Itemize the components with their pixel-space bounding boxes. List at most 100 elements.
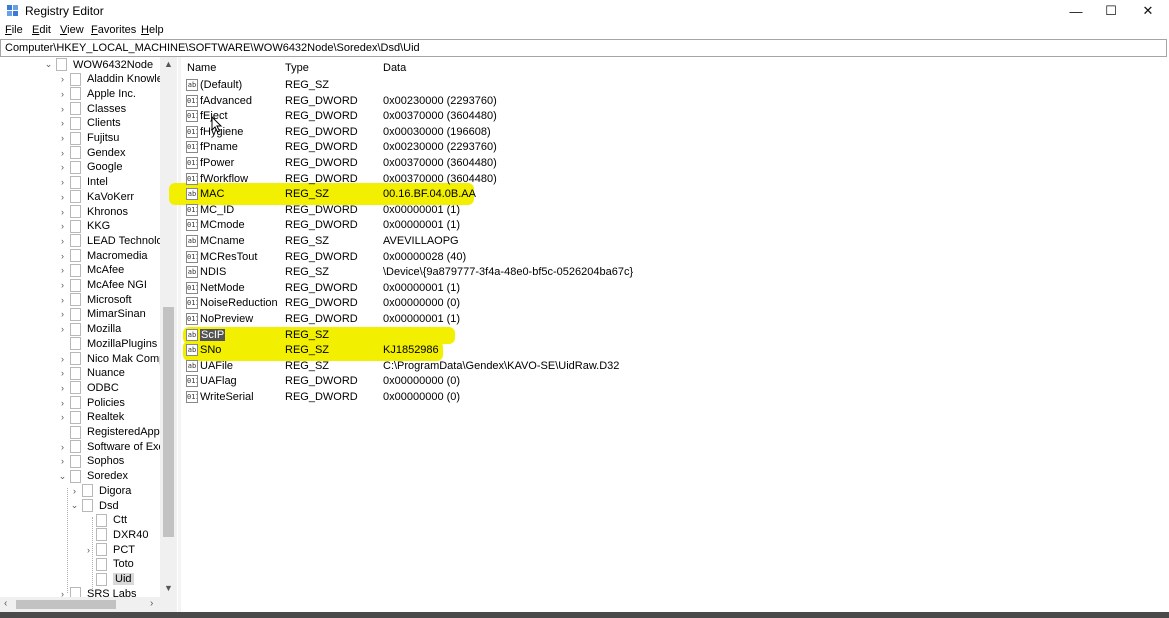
tree-item-mozillaplugins[interactable]: MozillaPlugins: [58, 336, 157, 351]
value-row-mcmode[interactable]: 011MCmode REG_DWORD 0x00000001 (1): [181, 218, 881, 233]
tree-vertical-scrollbar[interactable]: ▲ ▼: [160, 57, 177, 597]
chevron-right-icon[interactable]: ›: [58, 72, 67, 87]
value-row-fpower[interactable]: 011fPower REG_DWORD 0x00370000 (3604480): [181, 156, 881, 171]
chevron-right-icon[interactable]: ›: [58, 322, 67, 337]
tree-item-khronos[interactable]: › Khronos: [58, 204, 128, 219]
chevron-right-icon[interactable]: ›: [58, 439, 67, 454]
chevron-right-icon[interactable]: ›: [58, 248, 67, 263]
chevron-right-icon[interactable]: ›: [70, 483, 79, 498]
tree-item-software-of-excell[interactable]: › Software of Excell: [58, 439, 175, 454]
value-row-scip[interactable]: ab ScIP REG_SZ: [181, 328, 881, 343]
scroll-right-icon[interactable]: ›: [150, 598, 153, 609]
tree-item-microsoft[interactable]: › Microsoft: [58, 292, 132, 307]
tree-item-sophos[interactable]: › Sophos: [58, 454, 124, 469]
tree-item-clients[interactable]: › Clients: [58, 116, 121, 131]
value-row-mc-id[interactable]: 011MC_ID REG_DWORD 0x00000001 (1): [181, 203, 881, 218]
chevron-right-icon[interactable]: ›: [58, 395, 67, 410]
tree-item-fujitsu[interactable]: › Fujitsu: [58, 131, 119, 146]
menu-favorites[interactable]: Favorites: [91, 24, 136, 36]
chevron-right-icon[interactable]: ›: [58, 278, 67, 293]
tree-item-realtek[interactable]: › Realtek: [58, 410, 124, 425]
tree-item-soredex[interactable]: ⌄ Soredex: [58, 469, 128, 484]
value-row-nopreview[interactable]: 011NoPreview REG_DWORD 0x00000001 (1): [181, 312, 881, 327]
tree-item-policies[interactable]: › Policies: [58, 395, 125, 410]
chevron-right-icon[interactable]: ›: [58, 454, 67, 469]
value-row-feject[interactable]: 011fEjectREG_DWORD0x00370000 (3604480): [181, 109, 881, 124]
tree-horizontal-scrollbar[interactable]: ‹ ›: [0, 597, 177, 612]
menu-view[interactable]: View: [60, 24, 84, 36]
tree-item-kavokerr[interactable]: › KaVoKerr: [58, 189, 134, 204]
tree-item-mcafee-ngi[interactable]: › McAfee NGI: [58, 278, 147, 293]
value-row-uafile[interactable]: ab UAFile REG_SZ C:\ProgramData\Gendex\KAVO…: [181, 359, 881, 374]
chevron-right-icon[interactable]: ›: [58, 219, 67, 234]
tree-item-ctt[interactable]: Ctt: [84, 513, 127, 528]
chevron-right-icon[interactable]: ›: [58, 131, 67, 146]
chevron-right-icon[interactable]: ›: [58, 175, 67, 190]
chevron-right-icon[interactable]: ›: [58, 101, 67, 116]
tree-item-dsd[interactable]: ⌄ Dsd: [70, 498, 119, 513]
tree-item-intel[interactable]: › Intel: [58, 175, 108, 190]
value-row-ndis[interactable]: ab NDIS REG_SZ \Device\{9a879777-3f4a-48e0-…: [181, 265, 881, 280]
value-row-fworkflow[interactable]: 011fWorkflow REG_DWORD 0x00370000 (3604480…: [181, 172, 881, 187]
tree-item-classes[interactable]: › Classes: [58, 101, 126, 116]
tree-item-gendex[interactable]: › Gendex: [58, 145, 126, 160]
chevron-right-icon[interactable]: ›: [58, 204, 67, 219]
tree-item-registeredapplica[interactable]: RegisteredApplica: [58, 425, 176, 440]
tree-item-apple-inc-[interactable]: › Apple Inc.: [58, 86, 136, 101]
tree-item-mozilla[interactable]: › Mozilla: [58, 322, 121, 337]
value-row-writeserial[interactable]: 011WriteSerial REG_DWORD 0x00000000 (0): [181, 390, 881, 405]
tree-item-macromedia[interactable]: › Macromedia: [58, 248, 148, 263]
scroll-up-icon[interactable]: ▲: [164, 59, 173, 69]
tree-item-digora[interactable]: › Digora: [70, 483, 131, 498]
scroll-thumb-horizontal[interactable]: [16, 600, 116, 609]
chevron-right-icon[interactable]: ›: [58, 160, 67, 175]
tree-item-nico-mak-compu[interactable]: › Nico Mak Compu: [58, 351, 171, 366]
tree-item-google[interactable]: › Google: [58, 160, 122, 175]
scroll-down-icon[interactable]: ▼: [164, 583, 173, 593]
maximize-button[interactable]: ☐: [1093, 0, 1129, 22]
column-header-type[interactable]: Type: [285, 62, 309, 74]
chevron-right-icon[interactable]: ›: [58, 366, 67, 381]
chevron-down-icon[interactable]: ⌄: [70, 498, 79, 513]
chevron-right-icon[interactable]: ›: [58, 351, 67, 366]
value-row-fhygiene[interactable]: 011fHygieneREG_DWORD0x00030000 (196608): [181, 125, 881, 140]
scroll-left-icon[interactable]: ‹: [4, 598, 7, 609]
close-button[interactable]: ✕: [1130, 0, 1166, 22]
column-header-name[interactable]: Name: [187, 62, 216, 74]
tree-item-wow6432node[interactable]: ⌄ WOW6432Node: [44, 57, 153, 72]
value-row-mcname[interactable]: ab MCname REG_SZ AVEVILLAOPG: [181, 234, 881, 249]
value-row-mac[interactable]: ab MAC REG_SZ 00.16.BF.04.0B.AA: [181, 187, 881, 202]
tree-item-aladdin-knowled[interactable]: › Aladdin Knowled: [58, 72, 169, 87]
chevron-right-icon[interactable]: ›: [58, 292, 67, 307]
tree-item-nuance[interactable]: › Nuance: [58, 366, 125, 381]
value-row-default[interactable]: ab (Default) REG_SZ: [181, 78, 881, 93]
chevron-right-icon[interactable]: ›: [58, 307, 67, 322]
value-row-mcrestout[interactable]: 011MCResTout REG_DWORD 0x00000028 (40): [181, 250, 881, 265]
menu-edit[interactable]: Edit: [32, 24, 51, 36]
address-path[interactable]: Computer\HKEY_LOCAL_MACHINE\SOFTWARE\WOW…: [5, 42, 420, 54]
tree-item-lead-technologi[interactable]: › LEAD Technologi: [58, 233, 171, 248]
tree-item-mcafee[interactable]: › McAfee: [58, 263, 124, 278]
value-row-fadvanced[interactable]: 011fAdvanced REG_DWORD 0x00230000 (2293760…: [181, 94, 881, 109]
chevron-right-icon[interactable]: ›: [58, 380, 67, 395]
chevron-right-icon[interactable]: ›: [58, 263, 67, 278]
value-row-netmode[interactable]: 011NetMode REG_DWORD 0x00000001 (1): [181, 281, 881, 296]
tree-item-mimarsinan[interactable]: › MimarSinan: [58, 307, 146, 322]
chevron-right-icon[interactable]: ›: [58, 145, 67, 160]
chevron-right-icon[interactable]: ›: [58, 233, 67, 248]
value-row-fpname[interactable]: 011fPname REG_DWORD 0x00230000 (2293760): [181, 140, 881, 155]
menu-help[interactable]: Help: [141, 24, 164, 36]
chevron-down-icon[interactable]: ⌄: [58, 469, 67, 484]
chevron-right-icon[interactable]: ›: [58, 116, 67, 131]
tree-item-odbc[interactable]: › ODBC: [58, 380, 119, 395]
value-row-noisereduction[interactable]: 011NoiseReduction REG_DWORD 0x00000000 (0): [181, 296, 881, 311]
value-row-sno[interactable]: ab SNo REG_SZ KJ1852986: [181, 343, 881, 358]
value-row-uaflag[interactable]: 011UAFlag REG_DWORD 0x00000000 (0): [181, 374, 881, 389]
scroll-thumb[interactable]: [163, 307, 174, 537]
address-bar[interactable]: Computer\HKEY_LOCAL_MACHINE\SOFTWARE\WOW…: [0, 39, 1167, 57]
tree-item-dxr40[interactable]: DXR40: [84, 527, 148, 542]
chevron-right-icon[interactable]: ›: [58, 410, 67, 425]
chevron-right-icon[interactable]: ›: [58, 189, 67, 204]
minimize-button[interactable]: —: [1058, 0, 1094, 22]
menu-file[interactable]: File: [5, 24, 23, 36]
